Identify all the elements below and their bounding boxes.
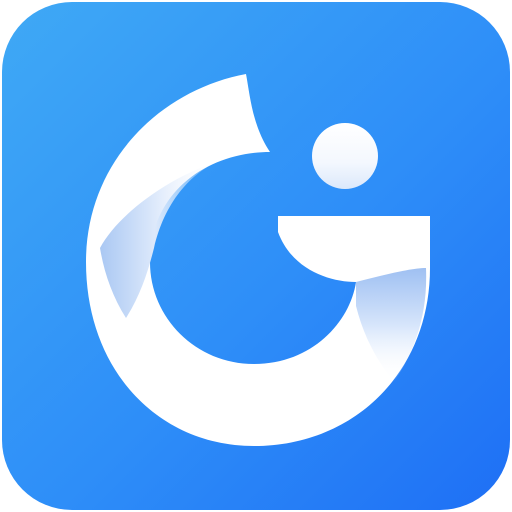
canvas (0, 0, 512, 512)
app-icon[interactable] (0, 0, 512, 512)
g-dot (312, 123, 378, 189)
